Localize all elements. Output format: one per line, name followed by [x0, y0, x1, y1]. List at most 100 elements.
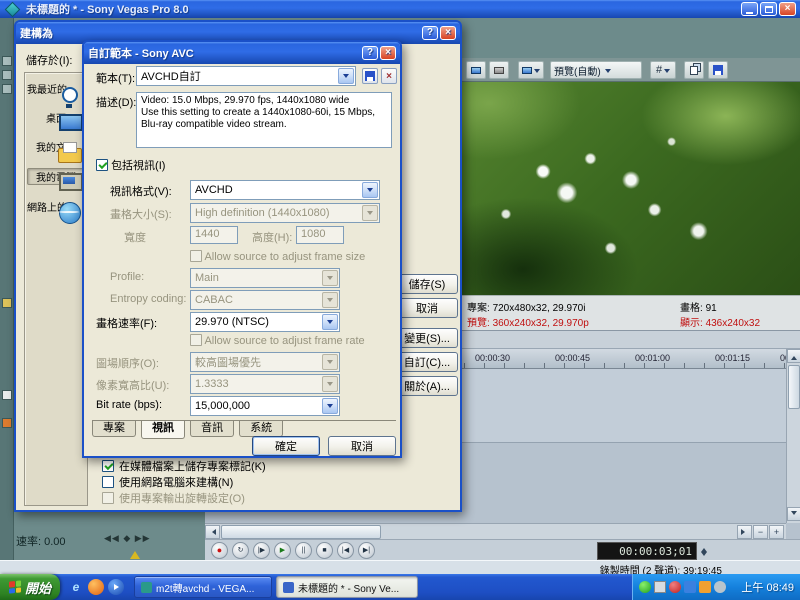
play-button[interactable]: ▶	[274, 542, 291, 559]
cancel-button[interactable]: 取消	[328, 436, 396, 456]
about-button[interactable]: 關於(A)...	[396, 376, 458, 396]
entropy-value: CABAC	[195, 294, 233, 306]
scroll-up-button[interactable]	[787, 349, 800, 363]
zoom-in-button[interactable]: +	[769, 525, 784, 539]
vertical-scrollbar[interactable]	[786, 349, 800, 523]
copy-frame-button[interactable]	[684, 61, 704, 79]
save-button[interactable]: 儲存(S)	[396, 274, 458, 294]
description-text[interactable]: Video: 15.0 Mbps, 29.970 fps, 1440x1080 …	[136, 92, 392, 148]
stop-button[interactable]: ■	[316, 542, 333, 559]
main-window-titlebar[interactable]: 未標題的 * - Sony Vegas Pro 8.0 ×	[0, 0, 800, 18]
template-combo[interactable]: AVCHD自訂	[136, 66, 356, 86]
help-icon[interactable]: ?	[422, 26, 438, 40]
scroll-left-button[interactable]	[205, 525, 220, 539]
minimize-button[interactable]	[741, 2, 758, 16]
tray-icon[interactable]	[639, 581, 651, 593]
media-player-icon[interactable]	[108, 579, 124, 595]
scroll-right-button[interactable]	[737, 525, 752, 539]
maximize-button[interactable]	[760, 2, 777, 16]
vertical-scroll-thumb[interactable]	[788, 365, 800, 409]
close-icon[interactable]: ×	[779, 2, 796, 16]
scroll-down-button[interactable]	[787, 507, 800, 521]
place-my-computer[interactable]: 我的電腦	[27, 168, 85, 185]
use-network-render-checkbox[interactable]	[102, 476, 114, 488]
help-icon[interactable]: ?	[362, 46, 378, 60]
dock-document-icon[interactable]	[2, 390, 12, 400]
tab-video[interactable]: 視訊	[141, 421, 185, 439]
go-to-end-button[interactable]: ▶|	[358, 542, 375, 559]
chevron-down-icon[interactable]	[322, 398, 338, 414]
close-icon[interactable]: ×	[440, 26, 456, 40]
custom-template-title: 自訂範本 - Sony AVC	[88, 45, 194, 61]
video-output-icon[interactable]	[489, 61, 509, 79]
custom-template-titlebar[interactable]: 自訂範本 - Sony AVC ? ×	[84, 42, 400, 64]
delete-template-button[interactable]: ×	[381, 68, 397, 84]
grid-overlay-button[interactable]: #	[650, 61, 676, 79]
tab-system[interactable]: 系統	[239, 421, 283, 437]
place-network[interactable]: 網路上的芳鄰	[27, 199, 85, 214]
dock-icon[interactable]	[2, 56, 12, 66]
places-bar: 我最近的文件 桌面 我的文件 我的電腦 網路上的芳鄰	[24, 72, 88, 506]
tray-icon[interactable]	[669, 581, 681, 593]
tray-icon[interactable]	[684, 581, 696, 593]
horizontal-scrollbar[interactable]: − +	[205, 523, 786, 539]
place-recent-documents[interactable]: 我最近的文件	[27, 81, 85, 96]
field-order-combo: 較高圖場優先	[190, 352, 340, 372]
tray-icon[interactable]	[654, 581, 666, 593]
taskbar-task-vegas-render[interactable]: m2t轉avchd - VEGA...	[134, 576, 272, 598]
save-template-button[interactable]	[362, 68, 378, 84]
rate-slider[interactable]: ◀◀ ◆ ▶▶	[104, 533, 151, 544]
close-icon[interactable]: ×	[380, 46, 396, 60]
external-monitor-icon[interactable]	[466, 61, 486, 79]
template-combo-value: AVCHD自訂	[141, 68, 201, 84]
tab-audio[interactable]: 音訊	[190, 421, 234, 437]
frame-label: 畫格:	[680, 303, 703, 314]
include-video-checkbox[interactable]	[96, 159, 108, 171]
cancel-button[interactable]: 取消	[396, 298, 458, 318]
loop-playback-button[interactable]: ↻	[232, 542, 249, 559]
tab-project[interactable]: 專案	[92, 421, 136, 437]
preview-format-value: 360x240x32, 29.970p	[493, 318, 589, 329]
record-button[interactable]: ●	[211, 542, 228, 559]
dock-icon[interactable]	[2, 84, 12, 94]
task-label: 未標題的 * - Sony Ve...	[298, 580, 399, 595]
entropy-label: Entropy coding:	[110, 293, 186, 305]
frame-rate-combo[interactable]: 29.970 (NTSC)	[190, 312, 340, 332]
bitrate-combo[interactable]: 15,000,000	[190, 396, 340, 416]
dock-folder-icon[interactable]	[2, 298, 12, 308]
change-button[interactable]: 變更(S)...	[396, 328, 458, 348]
timecode-spinner[interactable]	[699, 543, 708, 559]
chevron-down-icon[interactable]	[338, 68, 354, 84]
save-frame-button[interactable]	[708, 61, 728, 79]
place-my-documents[interactable]: 我的文件	[27, 139, 85, 154]
video-format-combo[interactable]: AVCHD	[190, 180, 380, 200]
field-order-label: 圖場順序(O):	[96, 355, 159, 371]
chevron-down-icon[interactable]	[322, 314, 338, 330]
tray-icon[interactable]	[699, 581, 711, 593]
preview-quality-dropdown[interactable]: 預覽(自動)	[550, 61, 642, 79]
option-label: 在媒體檔案上儲存專案標記(K)	[119, 461, 266, 473]
dock-icon[interactable]	[2, 70, 12, 80]
horizontal-scroll-thumb[interactable]	[221, 525, 381, 539]
taskbar-task-vegas-project[interactable]: 未標題的 * - Sony Ve...	[276, 576, 418, 598]
ok-button[interactable]: 確定	[252, 436, 320, 456]
rate-slider-marker[interactable]	[130, 546, 140, 559]
preview-device-button[interactable]	[518, 61, 544, 79]
include-video-label: 包括視訊(I)	[111, 160, 165, 172]
tray-icon[interactable]	[714, 581, 726, 593]
pause-button[interactable]: ||	[295, 542, 312, 559]
chevron-down-icon	[605, 69, 611, 76]
dock-media-icon[interactable]	[2, 418, 12, 428]
start-label: 開始	[25, 578, 51, 597]
browser-icon[interactable]	[88, 579, 104, 595]
play-from-start-button[interactable]: |▶	[253, 542, 270, 559]
chevron-down-icon[interactable]	[362, 182, 378, 198]
place-desktop[interactable]: 桌面	[27, 110, 85, 125]
internet-explorer-icon[interactable]: e	[68, 579, 84, 595]
save-project-markers-checkbox[interactable]	[102, 460, 114, 472]
timecode-display[interactable]: 00:00:03;01	[597, 542, 697, 560]
go-to-start-button[interactable]: |◀	[337, 542, 354, 559]
start-button[interactable]: 開始	[0, 574, 60, 600]
zoom-out-button[interactable]: −	[753, 525, 768, 539]
custom-button[interactable]: 自訂(C)...	[396, 352, 458, 372]
